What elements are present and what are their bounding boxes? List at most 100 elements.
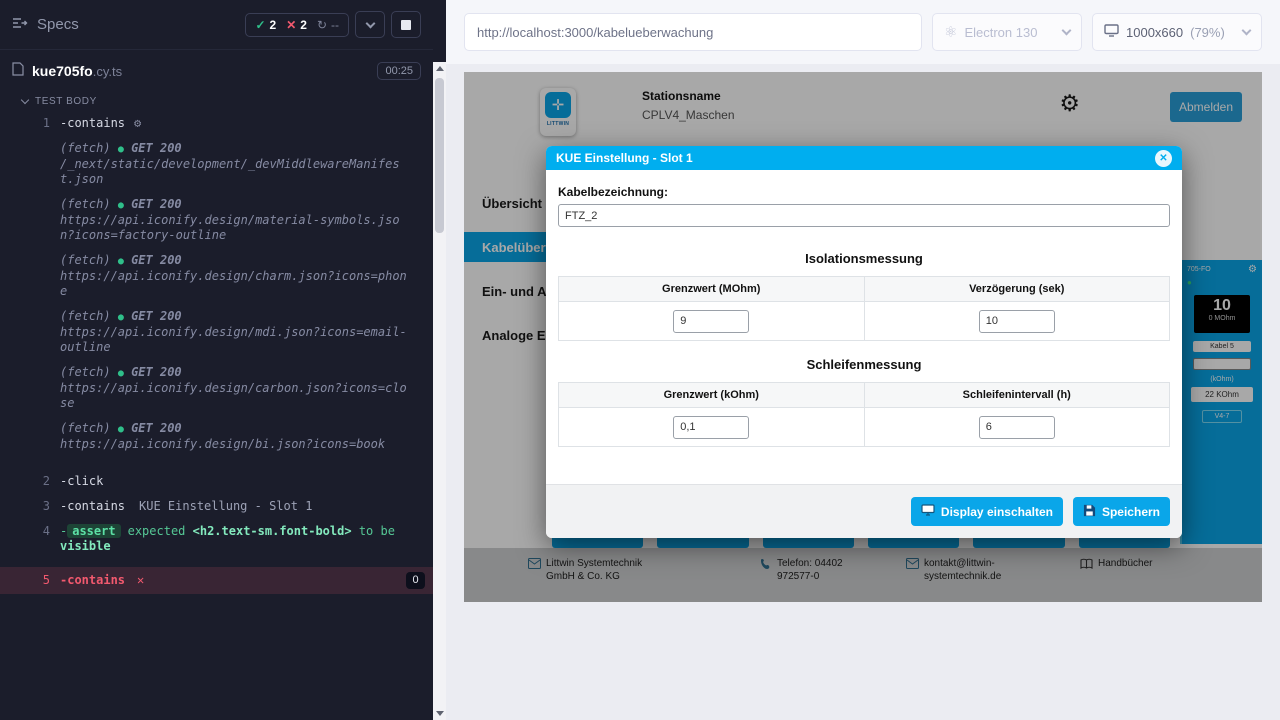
fetch-url: https://api.iconify.design/carbon.json?i… bbox=[60, 381, 413, 411]
status-dot-icon: ● bbox=[118, 144, 124, 155]
fetch-log-row[interactable]: (fetch) ● GET 200 https://api.iconify.des… bbox=[0, 248, 433, 304]
fetch-tag: (fetch) bbox=[60, 253, 111, 267]
isolation-table: Grenzwert (MOhm) Verzögerung (sek) bbox=[558, 276, 1170, 341]
stop-tests-button[interactable] bbox=[391, 11, 421, 38]
command-number: 2 bbox=[0, 474, 60, 489]
command-number: 3 bbox=[0, 499, 60, 514]
specs-icon[interactable] bbox=[12, 16, 28, 34]
spec-file-row[interactable]: kue705fo.cy.ts 00:25 bbox=[0, 50, 433, 92]
test-stats[interactable]: ✓2 ✕2 ↻-- bbox=[245, 13, 349, 37]
browser-select[interactable]: ⚛ Electron 130 bbox=[932, 13, 1082, 51]
save-button[interactable]: Speichern bbox=[1073, 497, 1170, 526]
command-row-assert[interactable]: 4 -assertexpected <h2.text-sm.font-bold>… bbox=[0, 519, 433, 559]
spec-file-icon bbox=[12, 62, 24, 81]
assert-text: to be bbox=[359, 524, 395, 538]
pending-count: -- bbox=[331, 18, 339, 32]
app-under-test: ✛ LITTWIN Stationsname CPLV4_Maschen ⚙ A… bbox=[464, 72, 1262, 602]
display-icon bbox=[921, 504, 935, 519]
spec-duration-badge: 00:25 bbox=[377, 62, 421, 80]
fetch-url: https://api.iconify.design/charm.json?ic… bbox=[60, 269, 413, 299]
display-on-button[interactable]: Display einschalten bbox=[911, 497, 1063, 526]
match-count-badge: 0 bbox=[406, 572, 425, 589]
isolation-col-delay: Verzögerung (sek) bbox=[864, 277, 1170, 302]
collapse-chevron-icon bbox=[21, 96, 29, 104]
fetch-log-row[interactable]: (fetch) ● GET 200 /_next/static/developme… bbox=[0, 136, 433, 192]
loop-table: Grenzwert (kOhm) Schleifenintervall (h) bbox=[558, 382, 1170, 447]
assert-badge: assert bbox=[67, 524, 120, 538]
fetch-url: https://api.iconify.design/material-symb… bbox=[60, 213, 413, 243]
triangle-down-icon bbox=[436, 711, 444, 716]
fetch-status: GET 200 bbox=[131, 141, 182, 155]
command-name: -contains bbox=[60, 499, 125, 514]
command-name: -click bbox=[60, 474, 103, 489]
modal-body: Kabelbezeichnung: Isolationsmessung Gren… bbox=[546, 170, 1182, 484]
fetch-log-row[interactable]: (fetch) ● GET 200https://api.iconify.des… bbox=[0, 360, 433, 416]
viewport-select[interactable]: 1000x660 (79%) bbox=[1092, 13, 1262, 51]
command-log: 1 -contains ⚙ (fetch) ● GET 200 /_next/st… bbox=[0, 111, 433, 594]
scrollbar-down-arrow[interactable] bbox=[433, 707, 446, 720]
collapse-tests-button[interactable] bbox=[355, 11, 385, 38]
save-floppy-icon bbox=[1083, 504, 1096, 520]
specs-title[interactable]: Specs bbox=[37, 16, 79, 33]
reporter-header: Specs ✓2 ✕2 ↻-- bbox=[0, 0, 433, 50]
command-number: 1 bbox=[0, 116, 60, 131]
fetch-log-row[interactable]: (fetch) ● GET 200https://api.iconify.des… bbox=[0, 416, 433, 457]
command-row-contains-failed[interactable]: 5 -contains ✕ 0 bbox=[0, 567, 433, 594]
command-name: -contains bbox=[60, 116, 125, 131]
fetch-status: GET 200 bbox=[131, 365, 182, 379]
url-bar[interactable] bbox=[464, 13, 922, 51]
fetch-log-row[interactable]: (fetch) ● GET 200https://api.iconify.des… bbox=[0, 304, 433, 360]
loop-interval-input[interactable] bbox=[979, 416, 1055, 439]
url-input[interactable] bbox=[477, 25, 909, 40]
failed-cross-icon: ✕ bbox=[286, 18, 296, 32]
kue-settings-modal: KUE Einstellung - Slot 1 ✕ Kabelbezeichn… bbox=[546, 146, 1182, 538]
modal-footer: Display einschalten Speichern bbox=[546, 484, 1182, 538]
loop-col-interval: Schleifenintervall (h) bbox=[864, 383, 1170, 408]
stop-icon bbox=[401, 20, 411, 30]
aut-toolbar: ⚛ Electron 130 1000x660 (79%) bbox=[446, 0, 1280, 64]
fetch-status: GET 200 bbox=[131, 197, 182, 211]
reporter-scrollbar[interactable] bbox=[433, 0, 446, 720]
passed-count: 2 bbox=[270, 18, 277, 32]
chevron-down-icon bbox=[365, 18, 375, 28]
spec-name: kue705fo.cy.ts bbox=[32, 63, 122, 79]
assert-selector: <h2.text-sm.font-bold> bbox=[193, 524, 352, 538]
chevron-down-icon bbox=[1242, 26, 1252, 36]
aut-panel: ⚛ Electron 130 1000x660 (79%) ✛ LITTWIN … bbox=[446, 0, 1280, 720]
command-row-contains-3[interactable]: 3 -contains KUE Einstellung - Slot 1 bbox=[0, 494, 433, 519]
scrollbar-up-arrow[interactable] bbox=[433, 62, 446, 75]
status-dot-icon: ● bbox=[118, 424, 124, 435]
isolation-delay-input[interactable] bbox=[979, 310, 1055, 333]
cable-name-label: Kabelbezeichnung: bbox=[558, 185, 1170, 199]
close-icon[interactable]: ✕ bbox=[1155, 150, 1172, 167]
cable-name-input[interactable] bbox=[558, 204, 1170, 227]
viewport-zoom: (79%) bbox=[1190, 25, 1225, 40]
isolation-section-title: Isolationsmessung bbox=[558, 251, 1170, 266]
assert-expected: visible bbox=[60, 539, 111, 553]
status-dot-icon: ● bbox=[118, 312, 124, 323]
fetch-status: GET 200 bbox=[131, 253, 182, 267]
command-argument: KUE Einstellung - Slot 1 bbox=[139, 499, 312, 514]
fetch-status: GET 200 bbox=[131, 309, 182, 323]
status-dot-icon: ● bbox=[118, 256, 124, 267]
loop-limit-input[interactable] bbox=[673, 416, 749, 439]
monitor-icon bbox=[1104, 24, 1119, 40]
isolation-col-limit: Grenzwert (MOhm) bbox=[559, 277, 865, 302]
modal-title-bar: KUE Einstellung - Slot 1 ✕ bbox=[546, 146, 1182, 170]
isolation-limit-input[interactable] bbox=[673, 310, 749, 333]
command-number: 5 bbox=[0, 573, 60, 588]
test-body-toggle[interactable]: TEST BODY bbox=[0, 92, 433, 111]
fail-cross-icon: ✕ bbox=[137, 573, 144, 588]
scrollbar-track[interactable] bbox=[433, 62, 446, 720]
scrollbar-thumb[interactable] bbox=[435, 78, 444, 233]
status-dot-icon: ● bbox=[118, 200, 124, 211]
aut-stage: ✛ LITTWIN Stationsname CPLV4_Maschen ⚙ A… bbox=[446, 64, 1280, 720]
fetch-log-row[interactable]: (fetch) ● GET 200 https://api.iconify.des… bbox=[0, 192, 433, 248]
fetch-url: /_next/static/development/_devMiddleware… bbox=[60, 157, 413, 187]
fetch-tag: (fetch) bbox=[60, 197, 111, 211]
command-row-click[interactable]: 2 -click bbox=[0, 469, 433, 494]
chevron-down-icon bbox=[1062, 26, 1072, 36]
fetch-tag: (fetch) bbox=[60, 141, 111, 155]
fetch-tag: (fetch) bbox=[60, 309, 111, 323]
command-row-contains-1[interactable]: 1 -contains ⚙ bbox=[0, 111, 433, 136]
